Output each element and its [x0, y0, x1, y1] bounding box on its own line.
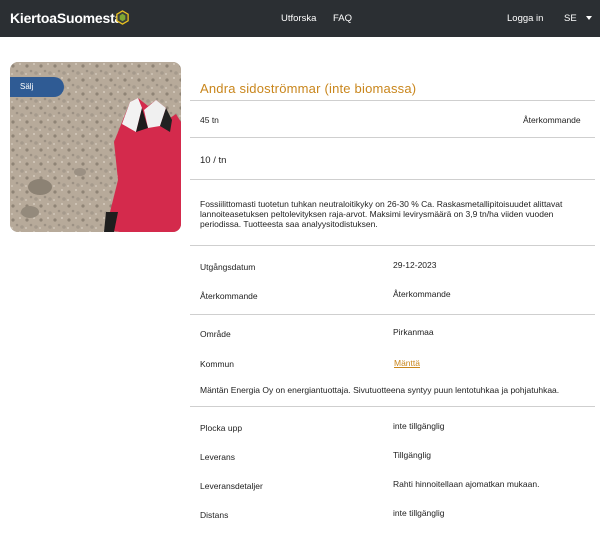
divider — [190, 100, 595, 101]
expiry-value: 29-12-2023 — [393, 260, 437, 270]
nav-explore-link[interactable]: Utforska — [281, 13, 316, 24]
pickup-label: Plocka upp — [200, 423, 243, 433]
divider — [190, 406, 595, 407]
listing-description: Fossiilittomasti tuotetun tuhkan neutral… — [200, 199, 563, 229]
municipality-label: Kommun — [200, 359, 235, 369]
divider — [190, 137, 595, 138]
region-value: Pirkanmaa — [393, 327, 434, 337]
divider — [190, 314, 595, 315]
brand-name[interactable]: KiertoaSuomesta — [10, 10, 122, 26]
listing-price: 10 / tn — [200, 155, 227, 166]
divider — [190, 245, 595, 246]
distance-label: Distans — [200, 510, 229, 520]
recurring-value: Återkommande — [393, 289, 451, 299]
delivery-details-label: Leveransdetaljer — [200, 481, 263, 491]
language-selector[interactable]: SE — [564, 13, 577, 24]
region-label: Område — [200, 329, 231, 339]
nav-login-link[interactable]: Logga in — [507, 13, 543, 24]
top-navbar: KiertoaSuomesta Utforska FAQ Logga in SE — [0, 0, 600, 37]
divider — [190, 179, 595, 180]
chevron-down-icon[interactable] — [586, 16, 592, 20]
listing-frequency: Återkommande — [523, 115, 581, 125]
brand-logo-icon[interactable] — [115, 10, 130, 25]
delivery-value: Tillgänglig — [393, 450, 431, 460]
recurring-label: Återkommande — [200, 291, 258, 301]
delivery-details-value: Rahti hinnoitellaan ajomatkan mukaan. — [393, 479, 540, 489]
listing-title: Andra sidoströmmar (inte biomassa) — [200, 81, 417, 96]
distance-value: inte tillgänglig — [393, 508, 445, 518]
municipality-link[interactable]: Mänttä — [394, 358, 420, 368]
listing-photo: Sälj — [10, 62, 181, 232]
delivery-label: Leverans — [200, 452, 235, 462]
company-description: Mäntän Energia Oy on energiantuottaja. S… — [200, 385, 560, 395]
listing-type-badge: Sälj — [10, 77, 64, 97]
listing-amount: 45 tn — [200, 115, 219, 125]
nav-faq-link[interactable]: FAQ — [333, 13, 352, 24]
expiry-label: Utgångsdatum — [200, 262, 256, 272]
pickup-value: inte tillgänglig — [393, 421, 445, 431]
